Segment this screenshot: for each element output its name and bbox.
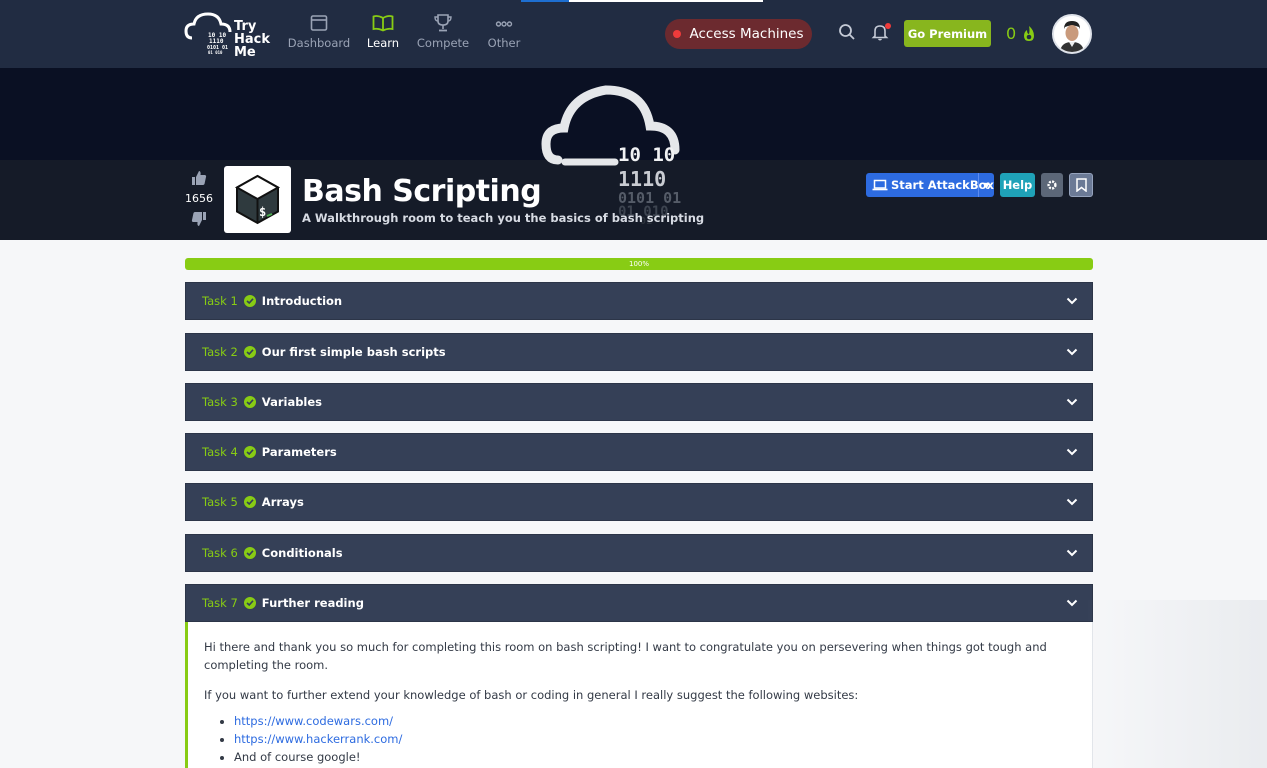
logo-binary-4: 01 010 [208,50,223,55]
further-reading-list: https://www.codewars.com/ https://www.ha… [204,712,1077,766]
nav-dashboard-label: Dashboard [287,36,351,50]
user-avatar[interactable] [1052,14,1092,54]
access-machines-button[interactable]: Access Machines [665,19,812,49]
chevron-down-icon [1066,398,1078,406]
room-progress-bar: 100% [185,258,1093,270]
task-title: Arrays [261,495,304,509]
task-number: Task 5 [202,495,238,509]
task-title: Introduction [261,294,343,308]
task-number: Task 7 [202,596,238,610]
dashboard-icon [310,15,328,31]
nav-other-label: Other [487,36,521,50]
chevron-down-icon [1066,297,1078,305]
svg-text:$: $ [259,205,266,219]
streak-count: 0 [1006,24,1017,43]
vote-count: 1656 [185,192,213,205]
list-item: https://www.codewars.com/ [234,712,1077,730]
trophy-icon [434,14,452,32]
thumbs-down-icon[interactable] [191,211,207,227]
logo-text: Try Hack Me [234,20,270,59]
room-title: Bash Scripting [302,174,542,209]
hackerrank-link[interactable]: https://www.hackerrank.com/ [234,732,402,746]
task-number: Task 6 [202,546,238,560]
caret-down-icon: ▼ [983,180,990,190]
task-number: Task 3 [202,395,238,409]
right-edge-shadow [1087,600,1267,768]
logo-text-me: Me [234,45,256,60]
streak-counter[interactable]: 0 [1006,24,1038,43]
page-loader-progress [521,0,569,2]
task-title: Variables [261,395,323,409]
chevron-down-icon [1066,549,1078,557]
flame-icon [1024,25,1035,41]
logo-binary-2: 1110 [209,38,224,45]
room-banner-cloud-logo: 10 10 1110 0101 01 01 010 01 [540,82,690,231]
bookmark-icon [1075,178,1087,192]
task-title: Further reading [261,596,364,610]
task-7-content: Hi there and thank you so much for compl… [185,622,1093,768]
go-premium-button[interactable]: Go Premium [904,20,991,47]
nav-other[interactable]: Other [469,14,539,50]
chevron-down-icon [1066,448,1078,456]
room-settings-button[interactable] [1041,173,1063,197]
book-icon [372,15,394,32]
check-icon [243,446,256,458]
chevron-down-icon [1066,599,1078,607]
task-7-paragraph-2: If you want to further extend your knowl… [204,688,859,702]
bookmark-button[interactable] [1069,173,1093,197]
search-icon [839,24,855,40]
chevron-down-icon [1066,498,1078,506]
codewars-link[interactable]: https://www.codewars.com/ [234,714,393,728]
check-icon [243,396,256,408]
nav-learn-label: Learn [366,36,400,50]
check-icon [243,547,256,559]
room-votes: 1656 [185,170,213,227]
task-header-1[interactable]: Task 1 Introduction [185,282,1093,320]
chevron-down-icon [1066,348,1078,356]
gear-icon [1047,180,1057,190]
list-item: And of course google! [234,748,1077,766]
nav-compete[interactable]: Compete [408,14,478,50]
task-header-7[interactable]: Task 7 Further reading [185,584,1093,622]
thumbs-up-icon[interactable] [191,170,207,186]
banner-binary-1: 10 10 [618,144,675,166]
task-header-5[interactable]: Task 5 Arrays [185,483,1093,521]
task-title: Our first simple bash scripts [261,345,446,359]
dots-icon [495,21,513,27]
search-button[interactable] [837,22,859,44]
check-icon [243,295,256,307]
check-icon [243,346,256,358]
check-icon [243,597,256,609]
task-title: Parameters [261,445,337,459]
list-item: https://www.hackerrank.com/ [234,730,1077,748]
nav-compete-label: Compete [416,36,470,50]
start-attackbox-button[interactable]: Start AttackBox ▼ [866,173,994,197]
top-navbar: 10 10 1110 0101 01 01 010 Try Hack Me Da… [0,0,1267,68]
task-header-2[interactable]: Task 2 Our first simple bash scripts [185,333,1093,371]
room-icon: $ [224,166,291,233]
task-number: Task 1 [202,294,238,308]
task-header-4[interactable]: Task 4 Parameters [185,433,1093,471]
check-icon [243,496,256,508]
google-item-text: And of course google! [234,750,361,764]
task-header-6[interactable]: Task 6 Conditionals [185,534,1093,572]
room-progress-label: 100% [628,260,649,268]
room-subtitle: A Walkthrough room to teach you the basi… [302,211,705,225]
task-7-paragraph-1: Hi there and thank you so much for compl… [204,640,1047,672]
banner-binary-2: 1110 [618,167,666,191]
laptop-icon [872,179,888,191]
attackbox-dropdown-toggle[interactable]: ▼ [978,173,994,197]
status-dot-icon [673,30,682,38]
task-number: Task 2 [202,345,238,359]
notification-badge [885,23,891,29]
access-machines-label: Access Machines [689,26,804,42]
help-button[interactable]: Help [1000,173,1035,197]
bash-terminal-icon: $ [234,174,281,225]
task-header-3[interactable]: Task 3 Variables [185,383,1093,421]
nav-dashboard[interactable]: Dashboard [284,14,354,50]
task-title: Conditionals [261,546,343,560]
task-number: Task 4 [202,445,238,459]
